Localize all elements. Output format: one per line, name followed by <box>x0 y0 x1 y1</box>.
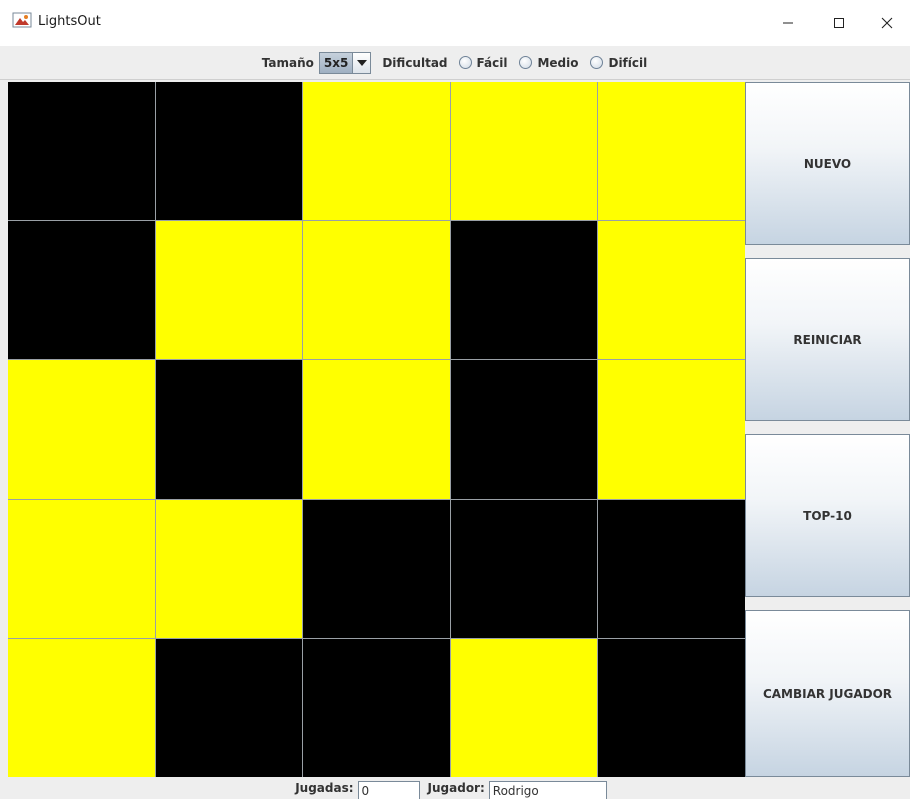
window-title: LightsOut <box>38 14 101 29</box>
light-cell[interactable] <box>450 499 598 638</box>
light-cell[interactable] <box>155 360 303 499</box>
size-label: Tamaño <box>261 55 314 70</box>
light-cell[interactable] <box>8 221 155 360</box>
app-window: LightsOut Tamaño 5x5 Dificultad Fácil Me… <box>0 0 910 799</box>
size-select[interactable]: 5x5 <box>318 51 372 74</box>
difficulty-hard-label: Difícil <box>608 55 648 70</box>
difficulty-medium-label: Medio <box>537 55 579 70</box>
light-cell[interactable] <box>450 360 598 499</box>
light-cell[interactable] <box>8 82 155 221</box>
change-player-button[interactable]: CAMBIAR JUGADOR <box>745 610 910 777</box>
difficulty-hard-radio[interactable]: Difícil <box>590 56 647 70</box>
radio-icon[interactable] <box>458 56 472 69</box>
top10-button[interactable]: TOP-10 <box>745 434 910 597</box>
light-cell[interactable] <box>598 82 745 221</box>
light-cell[interactable] <box>8 360 155 499</box>
light-cell[interactable] <box>450 221 598 360</box>
difficulty-easy-radio[interactable]: Fácil <box>458 55 508 70</box>
light-cell[interactable] <box>303 360 450 499</box>
light-cell[interactable] <box>303 82 450 221</box>
player-field[interactable]: Rodrigo <box>488 781 607 799</box>
maximize-icon[interactable] <box>816 0 862 46</box>
difficulty-medium-radio[interactable]: Medio <box>519 56 578 70</box>
radio-icon[interactable] <box>519 56 533 69</box>
difficulty-label: Dificultad <box>382 55 448 70</box>
light-cell[interactable] <box>450 638 598 777</box>
light-cell[interactable] <box>598 221 745 360</box>
new-game-button[interactable]: NUEVO <box>745 82 910 245</box>
restart-button[interactable]: REINICIAR <box>745 258 910 421</box>
light-cell[interactable] <box>8 499 155 638</box>
status-bar: Jugadas: 0 Jugador: Rodrigo <box>0 777 910 799</box>
light-cell[interactable] <box>598 638 745 777</box>
light-cell[interactable] <box>450 82 598 221</box>
lights-board <box>8 82 745 777</box>
minimize-icon[interactable] <box>765 0 811 46</box>
light-cell[interactable] <box>155 82 303 221</box>
light-cell[interactable] <box>303 638 450 777</box>
light-cell[interactable] <box>155 221 303 360</box>
player-label: Jugador: <box>427 781 485 795</box>
close-icon[interactable] <box>864 0 910 46</box>
title-bar: LightsOut <box>0 0 910 46</box>
moves-label: Jugadas: <box>295 781 354 795</box>
toolbar: Tamaño 5x5 Dificultad Fácil Medio Difíci… <box>0 46 910 80</box>
light-cell[interactable] <box>155 499 303 638</box>
light-cell[interactable] <box>303 221 450 360</box>
radio-icon[interactable] <box>590 56 604 69</box>
difficulty-easy-label: Fácil <box>476 55 508 70</box>
light-cell[interactable] <box>598 499 745 638</box>
moves-field[interactable]: 0 <box>357 781 420 799</box>
chevron-down-icon[interactable] <box>352 52 371 73</box>
light-cell[interactable] <box>303 499 450 638</box>
java-app-icon <box>12 10 32 30</box>
size-select-value: 5x5 <box>319 52 353 73</box>
side-panel: NUEVO REINICIAR TOP-10 CAMBIAR JUGADOR <box>745 82 910 777</box>
light-cell[interactable] <box>8 638 155 777</box>
light-cell[interactable] <box>598 360 745 499</box>
light-cell[interactable] <box>155 638 303 777</box>
